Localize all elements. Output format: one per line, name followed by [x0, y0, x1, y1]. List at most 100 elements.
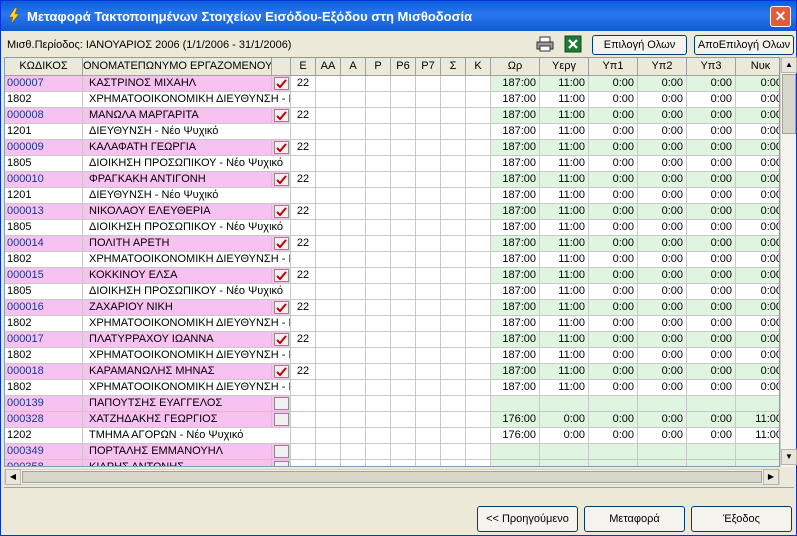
column-header[interactable]: Ρ: [366, 58, 391, 76]
row-select-checkbox[interactable]: [274, 269, 289, 282]
close-button[interactable]: ✕: [770, 6, 791, 27]
row-select-checkbox[interactable]: [274, 237, 289, 250]
employee-code[interactable]: 000018: [5, 364, 83, 380]
empty-cell: [466, 316, 491, 332]
employee-name[interactable]: ΠΟΡΤΑΛΗΣ ΕΜΜΑΝΟΥΗΛ: [83, 444, 272, 460]
employee-name[interactable]: ΚΑΡΑΜΑΝΩΛΗΣ ΜΗΝΑΣ: [83, 364, 272, 380]
select-cell: [272, 172, 291, 188]
employee-code[interactable]: 000010: [5, 172, 83, 188]
column-header[interactable]: ΚΩΔΙΚΟΣ: [5, 58, 83, 76]
transfer-button[interactable]: Μεταφορά: [584, 506, 685, 532]
excel-icon[interactable]: [563, 35, 583, 53]
column-header[interactable]: ΟΝΟΜΑΤΕΠΩΝΥΜΟ ΕΡΓΑΖΟΜΕΝΟΥ: [83, 58, 272, 76]
row-select-checkbox[interactable]: [274, 397, 289, 410]
employee-code[interactable]: 000358: [5, 460, 83, 466]
empty-cell: [391, 380, 416, 396]
horizontal-scrollbar[interactable]: ◀ ▶: [4, 469, 780, 485]
employee-code[interactable]: 000015: [5, 268, 83, 284]
hours-cell: 0:00: [638, 76, 687, 92]
hscroll-thumb[interactable]: [22, 471, 762, 483]
row-select-checkbox[interactable]: [274, 413, 289, 426]
employee-code[interactable]: 000008: [5, 108, 83, 124]
hours-cell: 0:00: [589, 124, 638, 140]
column-header[interactable]: ΑΑ: [316, 58, 341, 76]
employee-name[interactable]: ΦΡΑΓΚΑΚΗ ΑΝΤΙΓΟΝΗ: [83, 172, 272, 188]
row-select-checkbox[interactable]: [274, 461, 289, 466]
employee-name[interactable]: ΠΛΑΤΥΡΡΑΧΟΥ ΙΩΑΝΝΑ: [83, 332, 272, 348]
column-header[interactable]: Ωρ: [491, 58, 540, 76]
row-select-checkbox[interactable]: [274, 301, 289, 314]
check-icon: [276, 335, 287, 345]
empty-cell: [466, 348, 491, 364]
empty-cell: [391, 188, 416, 204]
row-select-checkbox[interactable]: [274, 333, 289, 346]
column-header[interactable]: Υεργ: [540, 58, 589, 76]
employee-code[interactable]: 000009: [5, 140, 83, 156]
column-header[interactable]: Κ: [466, 58, 491, 76]
scroll-up-icon[interactable]: ▲: [781, 57, 797, 73]
empty-cell: [441, 156, 466, 172]
employee-name[interactable]: ΧΑΤΖΗΔΑΚΗΣ ΓΕΩΡΓΙΟΣ: [83, 412, 272, 428]
row-select-checkbox[interactable]: [274, 77, 289, 90]
empty-cell: [366, 252, 391, 268]
empty-cell: [341, 364, 366, 380]
hours-cell: [540, 460, 589, 466]
e-cell: [291, 396, 316, 412]
hours-cell: 0:00: [736, 108, 779, 124]
deselect-all-button[interactable]: ΑποΕπιλογή Ολων: [694, 35, 794, 55]
employee-code[interactable]: 000007: [5, 76, 83, 92]
scroll-right-icon[interactable]: ▶: [763, 469, 779, 485]
employee-code[interactable]: 000328: [5, 412, 83, 428]
row-select-checkbox[interactable]: [274, 141, 289, 154]
period-label: Μισθ.Περίοδος: ΙΑΝΟΥΑΡΙΟΣ 2006 (1/1/2006…: [7, 39, 292, 51]
vertical-scrollbar[interactable]: ▲ ▼: [780, 57, 797, 467]
column-header[interactable]: Ε: [291, 58, 316, 76]
column-header[interactable]: Υπ1: [589, 58, 638, 76]
employee-name[interactable]: ΝΙΚΟΛΑΟΥ ΕΛΕΥΘΕΡΙΑ: [83, 204, 272, 220]
employee-code[interactable]: 000017: [5, 332, 83, 348]
hours-cell: 11:00: [540, 284, 589, 300]
select-all-button[interactable]: Επιλογή Ολων: [592, 35, 687, 55]
row-select-checkbox[interactable]: [274, 109, 289, 122]
previous-button[interactable]: << Προηγούμενο: [477, 506, 578, 532]
scroll-thumb[interactable]: [782, 74, 796, 134]
exit-button[interactable]: Έξοδος: [691, 506, 792, 532]
column-header[interactable]: Υπ2: [638, 58, 687, 76]
employee-code[interactable]: 000014: [5, 236, 83, 252]
column-header[interactable]: Σ: [441, 58, 466, 76]
column-header[interactable]: Νυκ: [736, 58, 779, 76]
empty-cell: [391, 204, 416, 220]
employee-name[interactable]: ΖΑΧΑΡΙΟΥ ΝΙΚΗ: [83, 300, 272, 316]
select-cell: [272, 108, 291, 124]
employee-name[interactable]: ΚΟΚΚΙΝΟΥ ΕΛΣΑ: [83, 268, 272, 284]
employee-code[interactable]: 000139: [5, 396, 83, 412]
column-header[interactable]: Ρ6: [391, 58, 416, 76]
scroll-left-icon[interactable]: ◀: [5, 469, 21, 485]
empty-cell: [391, 156, 416, 172]
scroll-down-icon[interactable]: ▼: [781, 449, 797, 465]
employee-name[interactable]: ΠΑΠΟΥΤΣΗΣ ΕΥΑΓΓΕΛΟΣ: [83, 396, 272, 412]
column-header[interactable]: Ρ7: [416, 58, 441, 76]
column-header[interactable]: [272, 58, 291, 76]
column-header[interactable]: Α: [341, 58, 366, 76]
employee-name[interactable]: ΚΙΛΡΗΣ ΑΝΤΩΝΗΣ: [83, 460, 272, 466]
employee-name[interactable]: ΚΑΛΑΦΑΤΗ ΓΕΩΡΓΙΑ: [83, 140, 272, 156]
employee-name[interactable]: ΜΑΝΩΛΑ ΜΑΡΓΑΡΙΤΑ: [83, 108, 272, 124]
row-select-checkbox[interactable]: [274, 365, 289, 378]
employee-code[interactable]: 000016: [5, 300, 83, 316]
employee-name[interactable]: ΚΑΣΤΡΙΝΟΣ ΜΙΧΑΗΛ: [83, 76, 272, 92]
empty-cell: [441, 188, 466, 204]
row-select-checkbox[interactable]: [274, 205, 289, 218]
empty-cell: [341, 124, 366, 140]
row-select-checkbox[interactable]: [274, 173, 289, 186]
row-select-checkbox[interactable]: [274, 445, 289, 458]
column-header[interactable]: Υπ3: [687, 58, 736, 76]
employee-code[interactable]: 000349: [5, 444, 83, 460]
empty-cell: [341, 252, 366, 268]
empty-cell: [291, 284, 316, 300]
empty-cell: [291, 316, 316, 332]
employee-name[interactable]: ΠΟΛΙΤΗ ΑΡΕΤΗ: [83, 236, 272, 252]
printer-icon[interactable]: [535, 35, 555, 53]
employee-code[interactable]: 000013: [5, 204, 83, 220]
select-cell: [272, 300, 291, 316]
